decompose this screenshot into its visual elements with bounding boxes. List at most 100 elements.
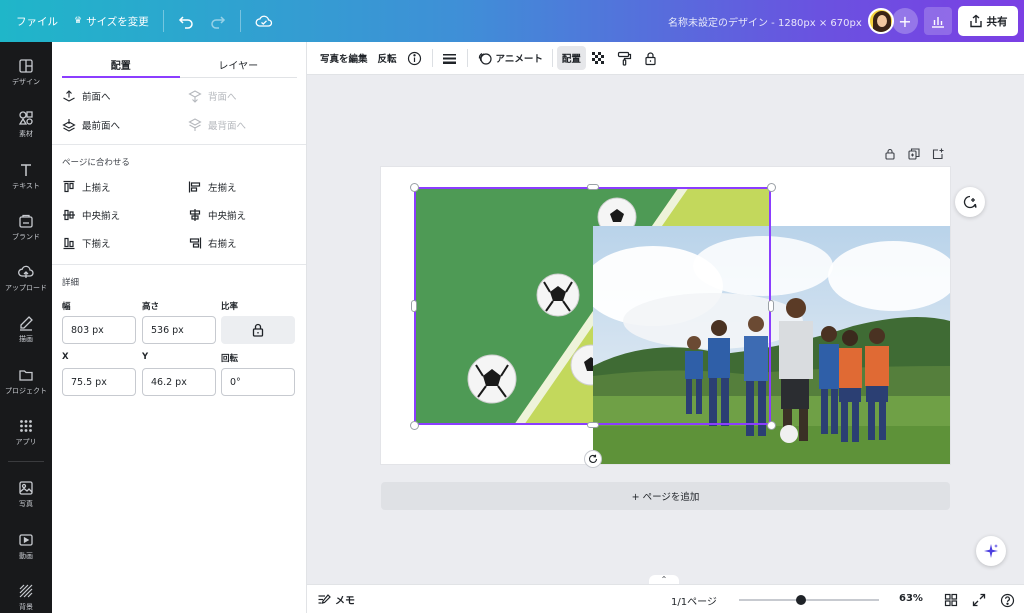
x-field[interactable]: [62, 368, 136, 396]
rail-item-upload[interactable]: アップロード: [0, 254, 52, 302]
width-label: 幅: [62, 302, 71, 312]
fullscreen-button[interactable]: [971, 592, 987, 608]
y-label: Y: [142, 352, 149, 362]
info-icon: [407, 51, 422, 65]
align-bottom-label: 下揃え: [82, 239, 111, 250]
resize-handle-left[interactable]: [411, 300, 417, 312]
transparency-button[interactable]: [586, 46, 612, 70]
position-button[interactable]: 配置: [556, 46, 586, 70]
avatar[interactable]: [868, 8, 894, 34]
page-counter[interactable]: 1/1ページ: [671, 593, 717, 608]
help-icon: [1000, 593, 1014, 607]
resize-handle-bottom-left[interactable]: [410, 421, 419, 430]
bring-forward-button[interactable]: 前面へ: [62, 89, 111, 103]
lock-button[interactable]: [638, 46, 664, 70]
notes-label: メモ: [335, 596, 355, 607]
resize-handle-top[interactable]: [587, 184, 599, 190]
y-field[interactable]: [142, 368, 216, 396]
notes-button[interactable]: メモ: [317, 592, 355, 607]
align-top-button[interactable]: 上揃え: [62, 180, 111, 194]
rail-item-background[interactable]: 背景: [0, 573, 52, 613]
unlock-icon: [645, 51, 656, 65]
panel-divider: [52, 264, 306, 265]
duplicate-page-button[interactable]: [907, 147, 921, 161]
edit-photo-label: 写真を編集: [320, 54, 368, 65]
share-button[interactable]: 共有: [958, 6, 1018, 36]
lock-icon: [885, 148, 895, 160]
design-title[interactable]: 名称未設定のデザイン - 1280px × 670px: [668, 14, 862, 29]
share-icon: [969, 14, 982, 28]
resize-handle-right[interactable]: [768, 300, 774, 312]
align-left-label: 左揃え: [208, 183, 237, 194]
file-menu-button[interactable]: ファイル: [8, 7, 66, 35]
soccer-ball: [780, 425, 798, 443]
copy-style-button[interactable]: [612, 46, 638, 70]
width-field[interactable]: [62, 316, 136, 344]
rail-item-elements[interactable]: 素材: [0, 100, 52, 148]
zoom-level[interactable]: 63%: [899, 593, 923, 604]
tab-position[interactable]: 配置: [62, 52, 180, 78]
upload-icon: [18, 265, 34, 278]
send-to-back-button[interactable]: 最背面へ: [188, 118, 246, 132]
send-backward-button[interactable]: 背面へ: [188, 89, 237, 103]
resize-button[interactable]: ♛ サイズを変更: [66, 7, 157, 35]
send-to-back-icon: [188, 118, 202, 131]
ratio-lock-button[interactable]: [221, 316, 295, 344]
rail-item-photos[interactable]: 写真: [0, 470, 52, 518]
rail-label-draw: 描画: [19, 334, 33, 343]
apps-icon: [20, 419, 32, 432]
align-bottom-button[interactable]: 下揃え: [62, 236, 111, 250]
rotation-field[interactable]: [221, 368, 295, 396]
rail-label-background: 背景: [19, 602, 33, 611]
details-heading: 詳細: [62, 278, 80, 288]
rail-item-projects[interactable]: プロジェクト: [0, 357, 52, 405]
page-lock-button[interactable]: [883, 147, 897, 161]
tab-layers[interactable]: レイヤー: [179, 52, 297, 78]
align-middle-button[interactable]: 中央揃え: [62, 208, 120, 222]
cloud-save-button[interactable]: [247, 7, 281, 35]
rail-item-text[interactable]: テキスト: [0, 152, 52, 200]
grid-view-icon: [944, 593, 958, 607]
align-right-button[interactable]: 右揃え: [188, 236, 237, 250]
add-page-button[interactable]: + ページを追加: [381, 482, 950, 510]
zoom-slider[interactable]: [739, 599, 879, 601]
info-button[interactable]: [402, 46, 428, 70]
draw-icon: [20, 315, 33, 331]
resize-handle-top-left[interactable]: [410, 183, 419, 192]
height-field[interactable]: [142, 316, 216, 344]
rail-item-brand[interactable]: ブランド: [0, 203, 52, 251]
undo-button[interactable]: [170, 7, 202, 35]
bring-to-front-button[interactable]: 最前面へ: [62, 118, 120, 132]
bottom-bar: メモ 1/1ページ 63%: [307, 584, 1024, 613]
edit-photo-button[interactable]: 写真を編集: [315, 46, 373, 70]
rail-item-draw[interactable]: 描画: [0, 305, 52, 353]
align-middle-icon: [63, 209, 75, 221]
rail-item-apps[interactable]: アプリ: [0, 408, 52, 456]
magic-assistant-button[interactable]: [976, 536, 1006, 566]
context-toolbar: 写真を編集 反転 アニメート 配置: [307, 42, 1024, 75]
align-top-icon: [63, 180, 75, 193]
zoom-slider-thumb[interactable]: [795, 595, 806, 605]
notes-icon: [318, 593, 331, 604]
cloud-check-icon: [255, 15, 272, 27]
rail-item-videos[interactable]: 動画: [0, 522, 52, 570]
rail-item-design[interactable]: デザイン: [0, 48, 52, 96]
redo-button[interactable]: [202, 7, 234, 35]
insights-button[interactable]: [924, 7, 952, 35]
grid-view-button[interactable]: [943, 592, 959, 608]
resize-handle-bottom[interactable]: [587, 422, 599, 428]
rail-label-elements: 素材: [19, 129, 33, 138]
border-style-button[interactable]: [437, 46, 463, 70]
align-center-button[interactable]: 中央揃え: [188, 208, 246, 222]
help-button[interactable]: [999, 592, 1015, 608]
invite-button[interactable]: +: [892, 8, 918, 34]
add-page-icon-button[interactable]: [931, 147, 945, 161]
flip-button[interactable]: 反転: [373, 46, 402, 70]
resize-handle-top-right[interactable]: [767, 183, 776, 192]
animate-button[interactable]: アニメート: [472, 46, 548, 70]
rotate-handle[interactable]: [584, 450, 602, 468]
share-label: 共有: [986, 15, 1008, 28]
comment-button[interactable]: [955, 187, 985, 217]
align-left-button[interactable]: 左揃え: [188, 180, 237, 194]
resize-handle-bottom-right[interactable]: [767, 421, 776, 430]
